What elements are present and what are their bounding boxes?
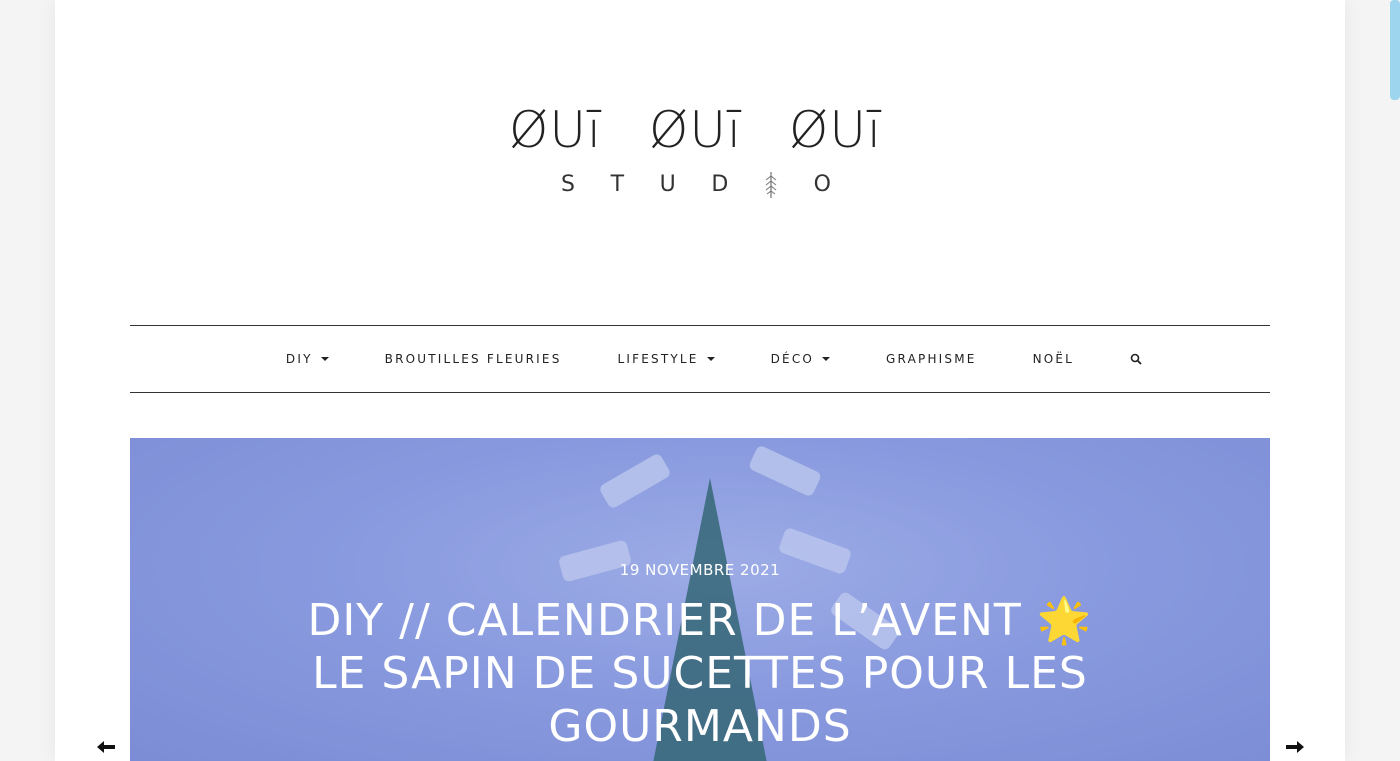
nav-item-broutilles-fleuries[interactable]: BROUTILLES FLEURIES bbox=[385, 352, 562, 366]
logo-letter: S bbox=[561, 172, 575, 197]
nav-item-lifestyle[interactable]: LIFESTYLE bbox=[618, 352, 715, 366]
logo-wordmark: ØUī ØUī ØUī bbox=[495, 100, 895, 160]
nav-item-label: LIFESTYLE bbox=[617, 352, 699, 366]
page-container: ØUī ØUī ØUī S T U D O DIY BROUTILLES FLE… bbox=[55, 0, 1345, 761]
post-title-line: LE SAPIN DE SUCETTES POUR LES bbox=[312, 648, 1088, 699]
search-icon[interactable] bbox=[1130, 353, 1142, 365]
nav-item-label: NOËL bbox=[1032, 352, 1075, 366]
nav-item-diy[interactable]: DIY bbox=[286, 352, 329, 366]
site-logo[interactable]: ØUī ØUī ØUī S T U D O bbox=[495, 100, 895, 210]
nav-item-graphisme[interactable]: GRAPHISME bbox=[886, 352, 977, 366]
logo-letter: O bbox=[813, 172, 831, 197]
caret-down-icon bbox=[706, 357, 715, 361]
post-date: 19 NOVEMBRE 2021 bbox=[619, 561, 781, 579]
nav-item-label: BROUTILLES FLEURIES bbox=[384, 352, 562, 366]
featured-post[interactable]: 19 NOVEMBRE 2021 DIY // CALENDRIER DE L’… bbox=[130, 438, 1270, 761]
nav-item-deco[interactable]: DÉCO bbox=[770, 352, 831, 366]
nav-item-label: DIY bbox=[285, 352, 313, 366]
post-title-line: DIY // CALENDRIER DE L’AVENT 🌟 bbox=[307, 595, 1093, 646]
logo-letter: T bbox=[610, 172, 625, 197]
arrow-left-icon[interactable] bbox=[97, 740, 117, 754]
logo-word-1: ØUī bbox=[509, 101, 602, 159]
logo-letter: U bbox=[659, 172, 676, 197]
logo-word-2: ØUī bbox=[649, 101, 742, 159]
caret-down-icon bbox=[320, 357, 329, 361]
main-nav: DIY BROUTILLES FLEURIES LIFESTYLE DÉCO G… bbox=[130, 325, 1270, 393]
scrollbar-thumb[interactable] bbox=[1390, 0, 1400, 100]
logo-letter: D bbox=[711, 172, 729, 197]
caret-down-icon bbox=[822, 357, 831, 361]
post-title[interactable]: DIY // CALENDRIER DE L’AVENT 🌟 LE SAPIN … bbox=[190, 594, 1210, 753]
leaf-icon bbox=[765, 172, 777, 198]
nav-item-label: GRAPHISME bbox=[886, 352, 977, 366]
logo-studio: S T U D O bbox=[561, 170, 831, 200]
post-title-line: GOURMANDS bbox=[548, 701, 852, 752]
logo-word-3: ØUī bbox=[789, 101, 882, 159]
nav-item-label: DÉCO bbox=[770, 352, 815, 366]
nav-item-noel[interactable]: NOËL bbox=[1033, 352, 1075, 366]
arrow-right-icon[interactable] bbox=[1284, 740, 1304, 754]
